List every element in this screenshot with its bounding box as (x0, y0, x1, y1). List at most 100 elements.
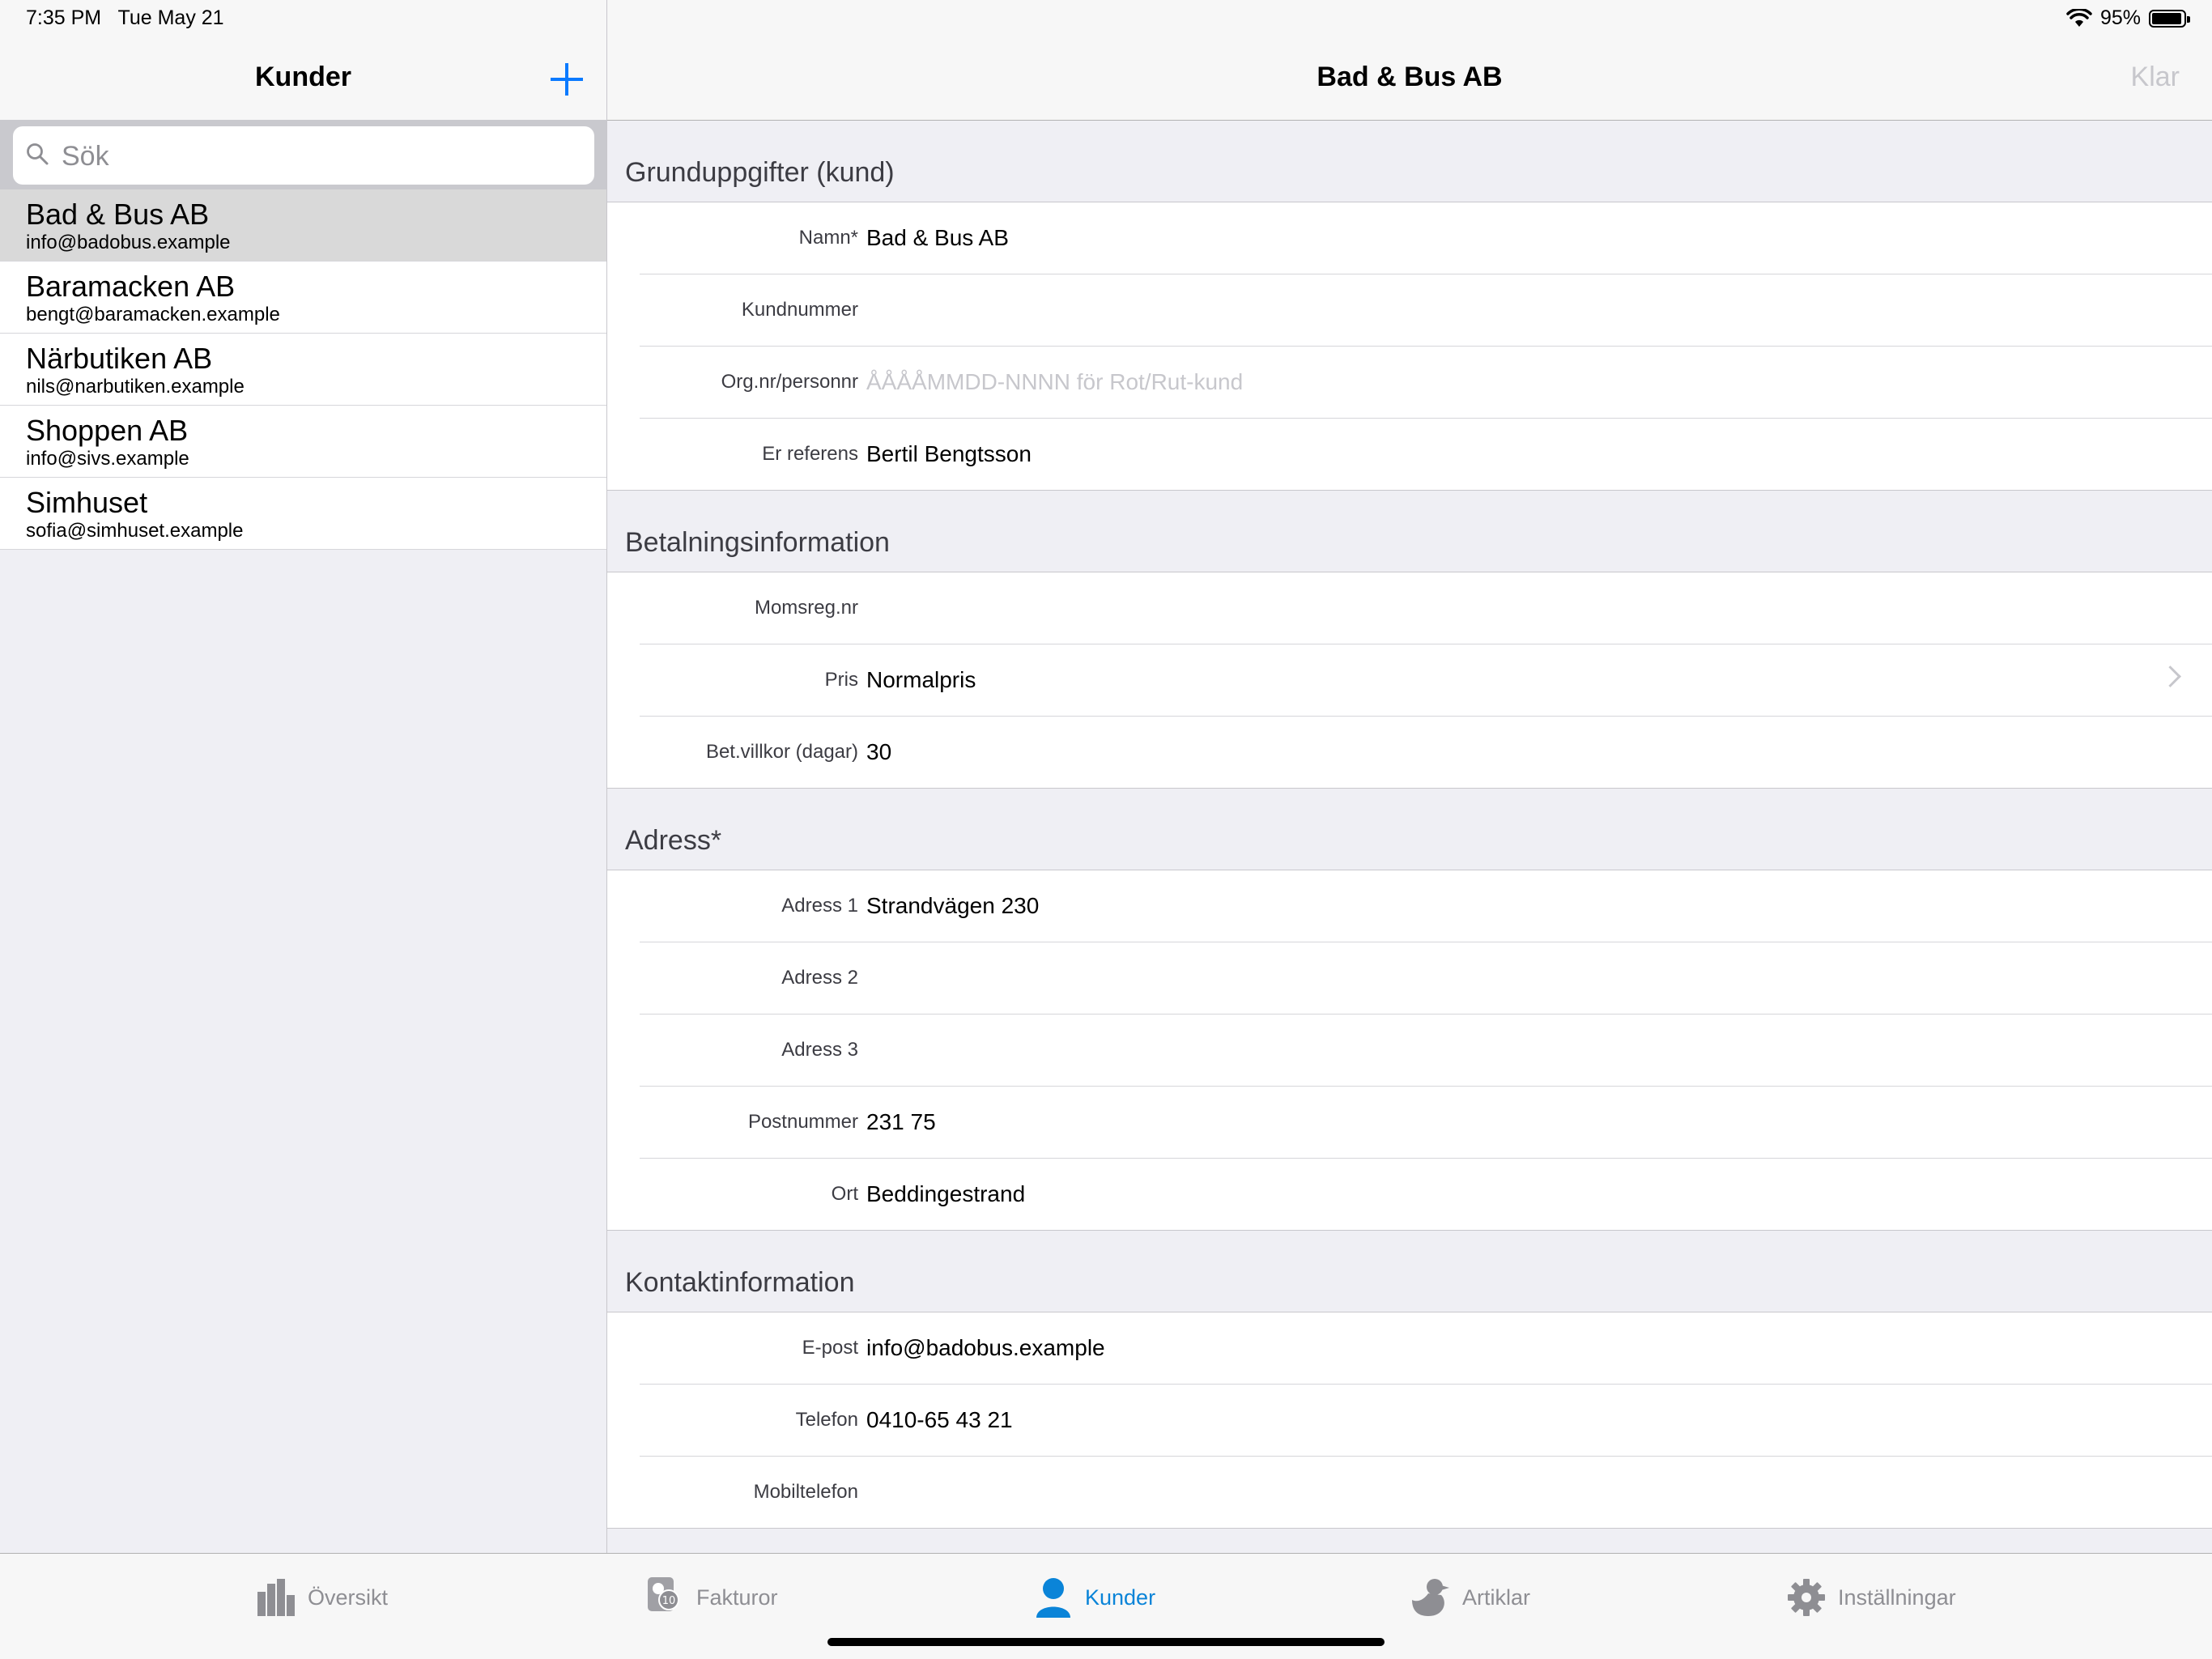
form-row[interactable]: Pris Normalpris (640, 644, 2212, 717)
form-row[interactable]: Momsreg.nr (640, 572, 2212, 644)
customer-name: Shoppen AB (26, 414, 189, 447)
field-value[interactable]: Beddingestrand (866, 1159, 1025, 1230)
form-section: E-post info@badobus.example Telefon 0410-65… (607, 1312, 2212, 1529)
customer-name: Bad & Bus AB (26, 198, 210, 231)
bar-chart-icon (257, 1579, 295, 1616)
chevron-right-icon (2159, 666, 2181, 687)
page-title: Kunder (255, 62, 351, 92)
tab-artiklar[interactable]: Artiklar (1410, 1573, 1530, 1622)
home-indicator[interactable] (827, 1638, 1385, 1646)
field-value[interactable]: 30 (866, 717, 891, 788)
customer-name: Baramacken AB (26, 270, 236, 303)
date-text: Tue May 21 (117, 6, 224, 29)
tab-label: Artiklar (1462, 1585, 1531, 1610)
form-row[interactable]: Namn* Bad & Bus AB (640, 202, 2212, 274)
customer-email: sofia@simhuset.example (26, 520, 244, 542)
field-value[interactable]: Bad & Bus AB (866, 202, 1009, 274)
tab-kunder[interactable]: Kunder (1033, 1573, 1155, 1622)
form-section: Adress 1 Strandvägen 230 Adress 2 Adress 3 P… (607, 870, 2212, 1231)
field-label: Mobiltelefon (753, 1481, 858, 1503)
done-button[interactable]: Klar (2131, 62, 2180, 93)
field-label: Adress 2 (781, 967, 858, 989)
battery-icon (2149, 9, 2190, 28)
list-item[interactable]: Simhuset sofia@simhuset.example (0, 478, 606, 550)
customer-form: Grunduppgifter (kund) Namn* Bad & Bus AB Ku… (607, 121, 2212, 1529)
form-row[interactable]: Org.nr/personnr ÅÅÅÅMMDD-NNNN för Rot/Rut… (640, 347, 2212, 419)
field-label: Ort (831, 1183, 858, 1205)
detail-title: Bad & Bus AB (1317, 62, 1503, 92)
customer-list-pane: Kunder Bad & Bus ABinfo@badobus.exampleB… (0, 0, 607, 1553)
form-row[interactable]: Er referens Bertil Bengtsson (640, 419, 2212, 490)
search-input[interactable] (60, 126, 581, 186)
field-value[interactable]: Normalpris (866, 644, 976, 716)
form-row[interactable]: Kundnummer (640, 274, 2212, 347)
section-title: Adress* (625, 825, 722, 856)
list-item[interactable]: Baramacken AB bengt@baramacken.example (0, 262, 606, 334)
tab-bar: Översikt 10 Fakturor Kunder Artiklar Ins… (0, 1553, 2212, 1659)
field-label: Postnummer (747, 1111, 858, 1133)
form-section: Namn* Bad & Bus AB Kundnummer Org.nr/person… (607, 202, 2212, 491)
list-item[interactable]: Shoppen AB info@sivs.example (0, 406, 606, 478)
invoice-icon: 10 (648, 1577, 679, 1611)
battery-percent: 95% (2099, 6, 2141, 29)
section-title: Kontaktinformation (625, 1267, 855, 1298)
field-label: Er referens (762, 443, 858, 465)
svg-text:10: 10 (662, 1595, 676, 1607)
customer-email: nils@narbutiken.example (26, 376, 245, 398)
search-bar (0, 120, 606, 189)
form-section: Momsreg.nr Pris Normalpris Bet.villkor (dag… (607, 572, 2212, 789)
field-value[interactable]: ÅÅÅÅMMDD-NNNN för Rot/Rut-kund (866, 347, 1243, 418)
person-icon (1036, 1578, 1070, 1618)
customer-email: info@badobus.example (26, 232, 231, 253)
field-value[interactable]: Bertil Bengtsson (866, 419, 1032, 490)
field-value[interactable]: info@badobus.example (866, 1312, 1105, 1384)
form-row[interactable]: Adress 2 (640, 942, 2212, 1015)
field-label: Pris (824, 669, 858, 691)
field-label: Namn* (798, 227, 858, 249)
search-field[interactable] (13, 126, 594, 186)
search-icon (27, 143, 49, 165)
list-item[interactable]: Närbutiken AB nils@narbutiken.example (0, 334, 606, 406)
section-header: Adress* (607, 789, 2212, 870)
tab-installningar[interactable]: Inställningar (1786, 1573, 1956, 1622)
form-row[interactable]: Adress 1 Strandvägen 230 (640, 870, 2212, 942)
form-row[interactable]: E-post info@badobus.example (640, 1312, 2212, 1385)
time-text: 7:35 PM (26, 6, 102, 29)
form-row[interactable]: Postnummer 231 75 (640, 1087, 2212, 1159)
customer-list: Bad & Bus AB info@badobus.example Baramack… (0, 189, 606, 550)
form-row[interactable]: Mobiltelefon (640, 1457, 2212, 1528)
section-header: Grunduppgifter (kund) (607, 121, 2212, 202)
field-label: Momsreg.nr (754, 597, 858, 619)
status-right: 95% (2066, 6, 2190, 30)
field-label: Adress 1 (781, 895, 858, 917)
tab-fakturor[interactable]: 10 Fakturor (644, 1573, 778, 1622)
field-value[interactable]: 231 75 (866, 1087, 936, 1158)
form-row[interactable]: Telefon 0410-65 43 21 (640, 1385, 2212, 1457)
customer-email: bengt@baramacken.example (26, 304, 280, 325)
customer-name: Simhuset (26, 486, 148, 519)
list-item[interactable]: Bad & Bus AB info@badobus.example (0, 189, 606, 262)
section-title: Grunduppgifter (kund) (625, 157, 895, 188)
form-row[interactable]: Adress 3 (640, 1015, 2212, 1087)
wifi-icon (2066, 8, 2092, 27)
tab-label: Inställningar (1838, 1585, 1956, 1610)
form-row[interactable]: Ort Beddingestrand (640, 1159, 2212, 1230)
field-value[interactable]: Strandvägen 230 (866, 870, 1039, 942)
tab-oversikt[interactable]: Översikt (256, 1573, 388, 1622)
tab-label: Fakturor (696, 1585, 778, 1610)
form-row[interactable]: Bet.villkor (dagar) 30 (640, 717, 2212, 788)
section-header: Kontaktinformation (607, 1231, 2212, 1312)
customer-name: Närbutiken AB (26, 342, 213, 375)
field-value[interactable]: 0410-65 43 21 (866, 1385, 1013, 1456)
add-customer-button[interactable] (547, 60, 586, 99)
status-bar: 7:35 PM Tue May 21 95% (0, 0, 2212, 39)
field-label: Telefon (795, 1409, 858, 1431)
tab-label: Översikt (308, 1585, 389, 1610)
duck-icon (1412, 1579, 1449, 1616)
field-label: Bet.villkor (dagar) (705, 741, 858, 763)
battery-level (2152, 12, 2182, 24)
field-label: Kundnummer (741, 299, 858, 321)
tab-label: Kunder (1085, 1585, 1156, 1610)
field-label: Org.nr/personnr (721, 371, 858, 393)
status-time: 7:35 PM Tue May 21 (26, 6, 224, 30)
